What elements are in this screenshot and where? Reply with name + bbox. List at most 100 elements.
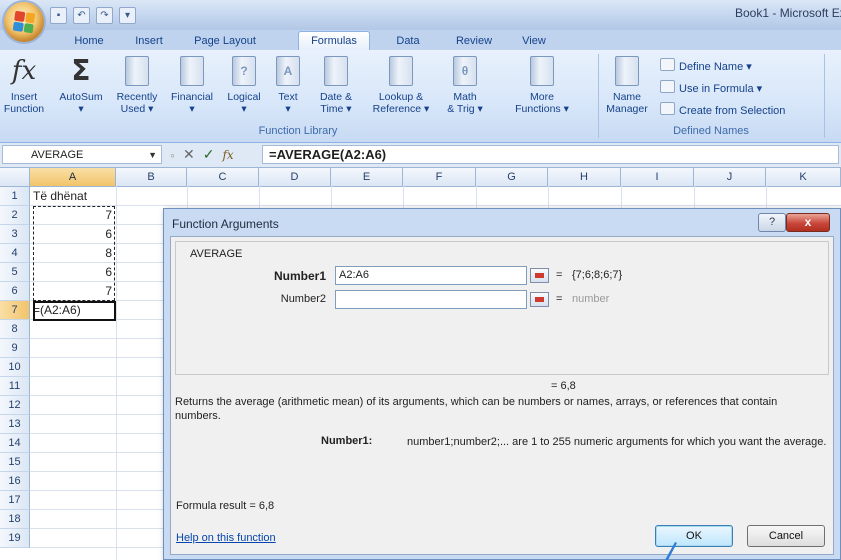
autosum-button[interactable]: Σ AutoSum ▾ (50, 54, 112, 116)
button-label: Functions ▾ (515, 103, 569, 115)
row-header[interactable]: 16 (0, 472, 30, 491)
column-header-h[interactable]: H (548, 168, 621, 186)
chevron-down-icon[interactable]: ▼ (148, 146, 157, 165)
resize-handle-icon: ◦ (170, 146, 175, 163)
column-header-b[interactable]: B (116, 168, 187, 186)
fx-icon: fx (11, 56, 37, 86)
name-box-value: AVERAGE (31, 149, 84, 161)
date-time-button[interactable]: Date & Time ▾ (308, 54, 364, 115)
collapse-dialog-icon[interactable] (530, 292, 549, 307)
row-header[interactable]: 11 (0, 377, 30, 396)
preview-result: = 6,8 (551, 380, 576, 392)
row-header[interactable]: 10 (0, 358, 30, 377)
financial-button[interactable]: Financial ▾ (164, 54, 220, 115)
button-label: Time ▾ (320, 103, 352, 115)
cancel-x-icon[interactable]: ✕ (183, 146, 195, 163)
column-header-d[interactable]: D (259, 168, 331, 186)
button-label: Logical (227, 91, 261, 103)
column-header-j[interactable]: J (694, 168, 766, 186)
number1-input[interactable]: A2:A6 (335, 266, 527, 285)
name-manager-button[interactable]: Name Manager (602, 54, 652, 115)
column-header-f[interactable]: F (403, 168, 476, 186)
button-label: ▾ (189, 103, 195, 115)
tab-insert[interactable]: Insert (124, 32, 174, 50)
tab-data[interactable]: Data (388, 32, 428, 50)
row-header[interactable]: 9 (0, 339, 30, 358)
column-header-c[interactable]: C (187, 168, 259, 186)
dialog-body: AVERAGE Number1 A2:A6 = {7;6;8;6;7} Numbe… (170, 236, 834, 555)
row-header[interactable]: 14 (0, 434, 30, 453)
row-header[interactable]: 5 (0, 263, 30, 282)
more-functions-button[interactable]: More Functions ▾ (494, 54, 590, 115)
column-header-k[interactable]: K (766, 168, 841, 186)
row-header[interactable]: 7 (0, 301, 30, 320)
column-headers: A B C D E F G H I J K (0, 168, 841, 187)
save-icon[interactable]: ▪ (50, 7, 67, 24)
customize-qat-icon[interactable]: ▾ (119, 7, 136, 24)
button-label: Used ▾ (120, 103, 154, 115)
select-all-corner[interactable] (0, 168, 30, 186)
button-label: Lookup & (378, 91, 424, 103)
undo-icon[interactable]: ↶ (73, 7, 90, 24)
tab-page-layout[interactable]: Page Layout (182, 32, 268, 50)
row-header[interactable]: 1 (0, 187, 30, 206)
office-button[interactable] (4, 2, 44, 42)
row-header[interactable]: 19 (0, 529, 30, 548)
text-button[interactable]: A Text ▾ (268, 54, 308, 115)
column-header-a[interactable]: A (30, 168, 116, 186)
redo-icon[interactable]: ↷ (96, 7, 113, 24)
math-trig-button[interactable]: θ Math & Trig ▾ (438, 54, 492, 115)
tab-review[interactable]: Review (447, 32, 501, 50)
name-box[interactable]: AVERAGE ▼ (2, 145, 162, 164)
row-header[interactable]: 4 (0, 244, 30, 263)
row-header[interactable]: 8 (0, 320, 30, 339)
function-description: Returns the average (arithmetic mean) of… (175, 396, 778, 422)
row-header[interactable]: 3 (0, 225, 30, 244)
mouse-pointer-icon (665, 542, 677, 560)
office-logo-icon (12, 10, 36, 34)
row-header[interactable]: 12 (0, 396, 30, 415)
enter-check-icon[interactable]: ✓ (203, 146, 215, 163)
column-header-g[interactable]: G (476, 168, 548, 186)
button-label: Date & (319, 91, 353, 103)
define-name-button[interactable]: Define Name ▾ (660, 58, 752, 73)
tag-icon (660, 58, 675, 71)
formula-input[interactable]: =AVERAGE(A2:A6) (262, 145, 839, 164)
arguments-group: AVERAGE Number1 A2:A6 = {7;6;8;6;7} Numbe… (175, 241, 829, 375)
button-label: & Trig ▾ (447, 103, 483, 115)
button-label: Math (453, 91, 477, 103)
lookup-reference-button[interactable]: Lookup & Reference ▾ (364, 54, 438, 115)
row-header[interactable]: 17 (0, 491, 30, 510)
table-row: 1 Të dhënat (0, 187, 841, 206)
book-icon (125, 56, 149, 86)
column-header-e[interactable]: E (331, 168, 403, 186)
row-header[interactable]: 15 (0, 453, 30, 472)
column-header-i[interactable]: I (621, 168, 694, 186)
button-label: Name (612, 91, 641, 103)
tab-formulas[interactable]: Formulas (298, 31, 370, 51)
row-header[interactable]: 6 (0, 282, 30, 301)
row-header[interactable]: 18 (0, 510, 30, 529)
create-from-selection-button[interactable]: Create from Selection (660, 102, 785, 117)
help-button[interactable]: ? (758, 213, 786, 232)
number2-input[interactable] (335, 290, 527, 309)
number2-result: = number (556, 293, 610, 305)
collapse-dialog-icon[interactable] (530, 268, 549, 283)
tab-home[interactable]: Home (62, 32, 116, 50)
help-on-function-link[interactable]: Help on this function (176, 532, 276, 544)
insert-function-fx-icon[interactable]: fx (222, 148, 233, 162)
recently-used-button[interactable]: Recently Used ▾ (112, 54, 162, 115)
argument-help-text: number1;number2;... are 1 to 255 numeric… (407, 436, 827, 448)
row-header[interactable]: 13 (0, 415, 30, 434)
sigma-icon: Σ (71, 54, 91, 87)
cancel-button[interactable]: Cancel (747, 525, 825, 547)
magnifier-book-icon (389, 56, 413, 86)
insert-function-button[interactable]: fx Insert Function (2, 54, 46, 115)
row-header[interactable]: 2 (0, 206, 30, 225)
active-cell-border (33, 301, 116, 321)
cell-a1[interactable]: Të dhënat (33, 187, 115, 206)
close-button[interactable]: x (786, 213, 830, 232)
tab-view[interactable]: View (514, 32, 554, 50)
logical-button[interactable]: ? Logical ▾ (220, 54, 268, 115)
use-in-formula-button[interactable]: Use in Formula ▾ (660, 80, 762, 95)
